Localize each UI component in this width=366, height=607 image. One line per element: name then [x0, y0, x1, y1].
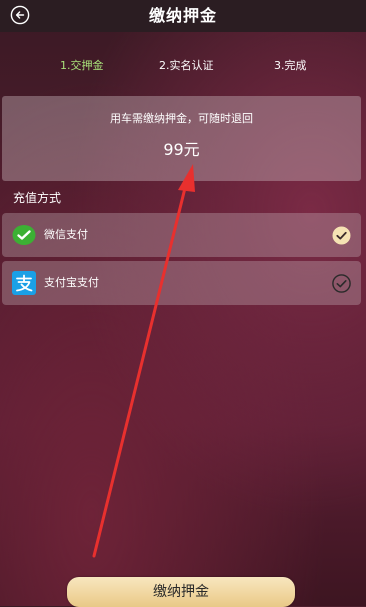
page-title: 缴纳押金 — [148, 6, 217, 25]
progress-steps: 1.交押金 2.实名认证 3.完成 — [0, 56, 366, 76]
step-real-name-verification: 2.实名认证 — [159, 59, 214, 72]
payment-method-label: 充值方式 — [13, 191, 62, 205]
deposit-amount: 99元 — [163, 140, 200, 159]
alipay-option[interactable]: 支付宝支付 — [2, 261, 361, 305]
step-pay-deposit: 1.交押金 — [60, 59, 104, 72]
check-selected-icon — [332, 226, 351, 245]
top-bar: 缴纳押金 — [0, 0, 366, 32]
wechat-pay-option[interactable]: 微信支付 — [2, 213, 361, 257]
alipay-label: 支付宝支付 — [44, 276, 99, 289]
deposit-note: 用车需缴纳押金，可随时退回 — [110, 112, 253, 125]
deposit-card: 用车需缴纳押金，可随时退回 99元 — [2, 96, 361, 181]
check-unselected-icon — [332, 274, 351, 293]
alipay-icon — [12, 271, 36, 295]
wechat-pay-label: 微信支付 — [44, 228, 88, 241]
pay-deposit-button[interactable]: 缴纳押金 — [67, 577, 295, 607]
step-complete: 3.完成 — [274, 59, 307, 72]
wechat-pay-icon — [12, 225, 36, 245]
